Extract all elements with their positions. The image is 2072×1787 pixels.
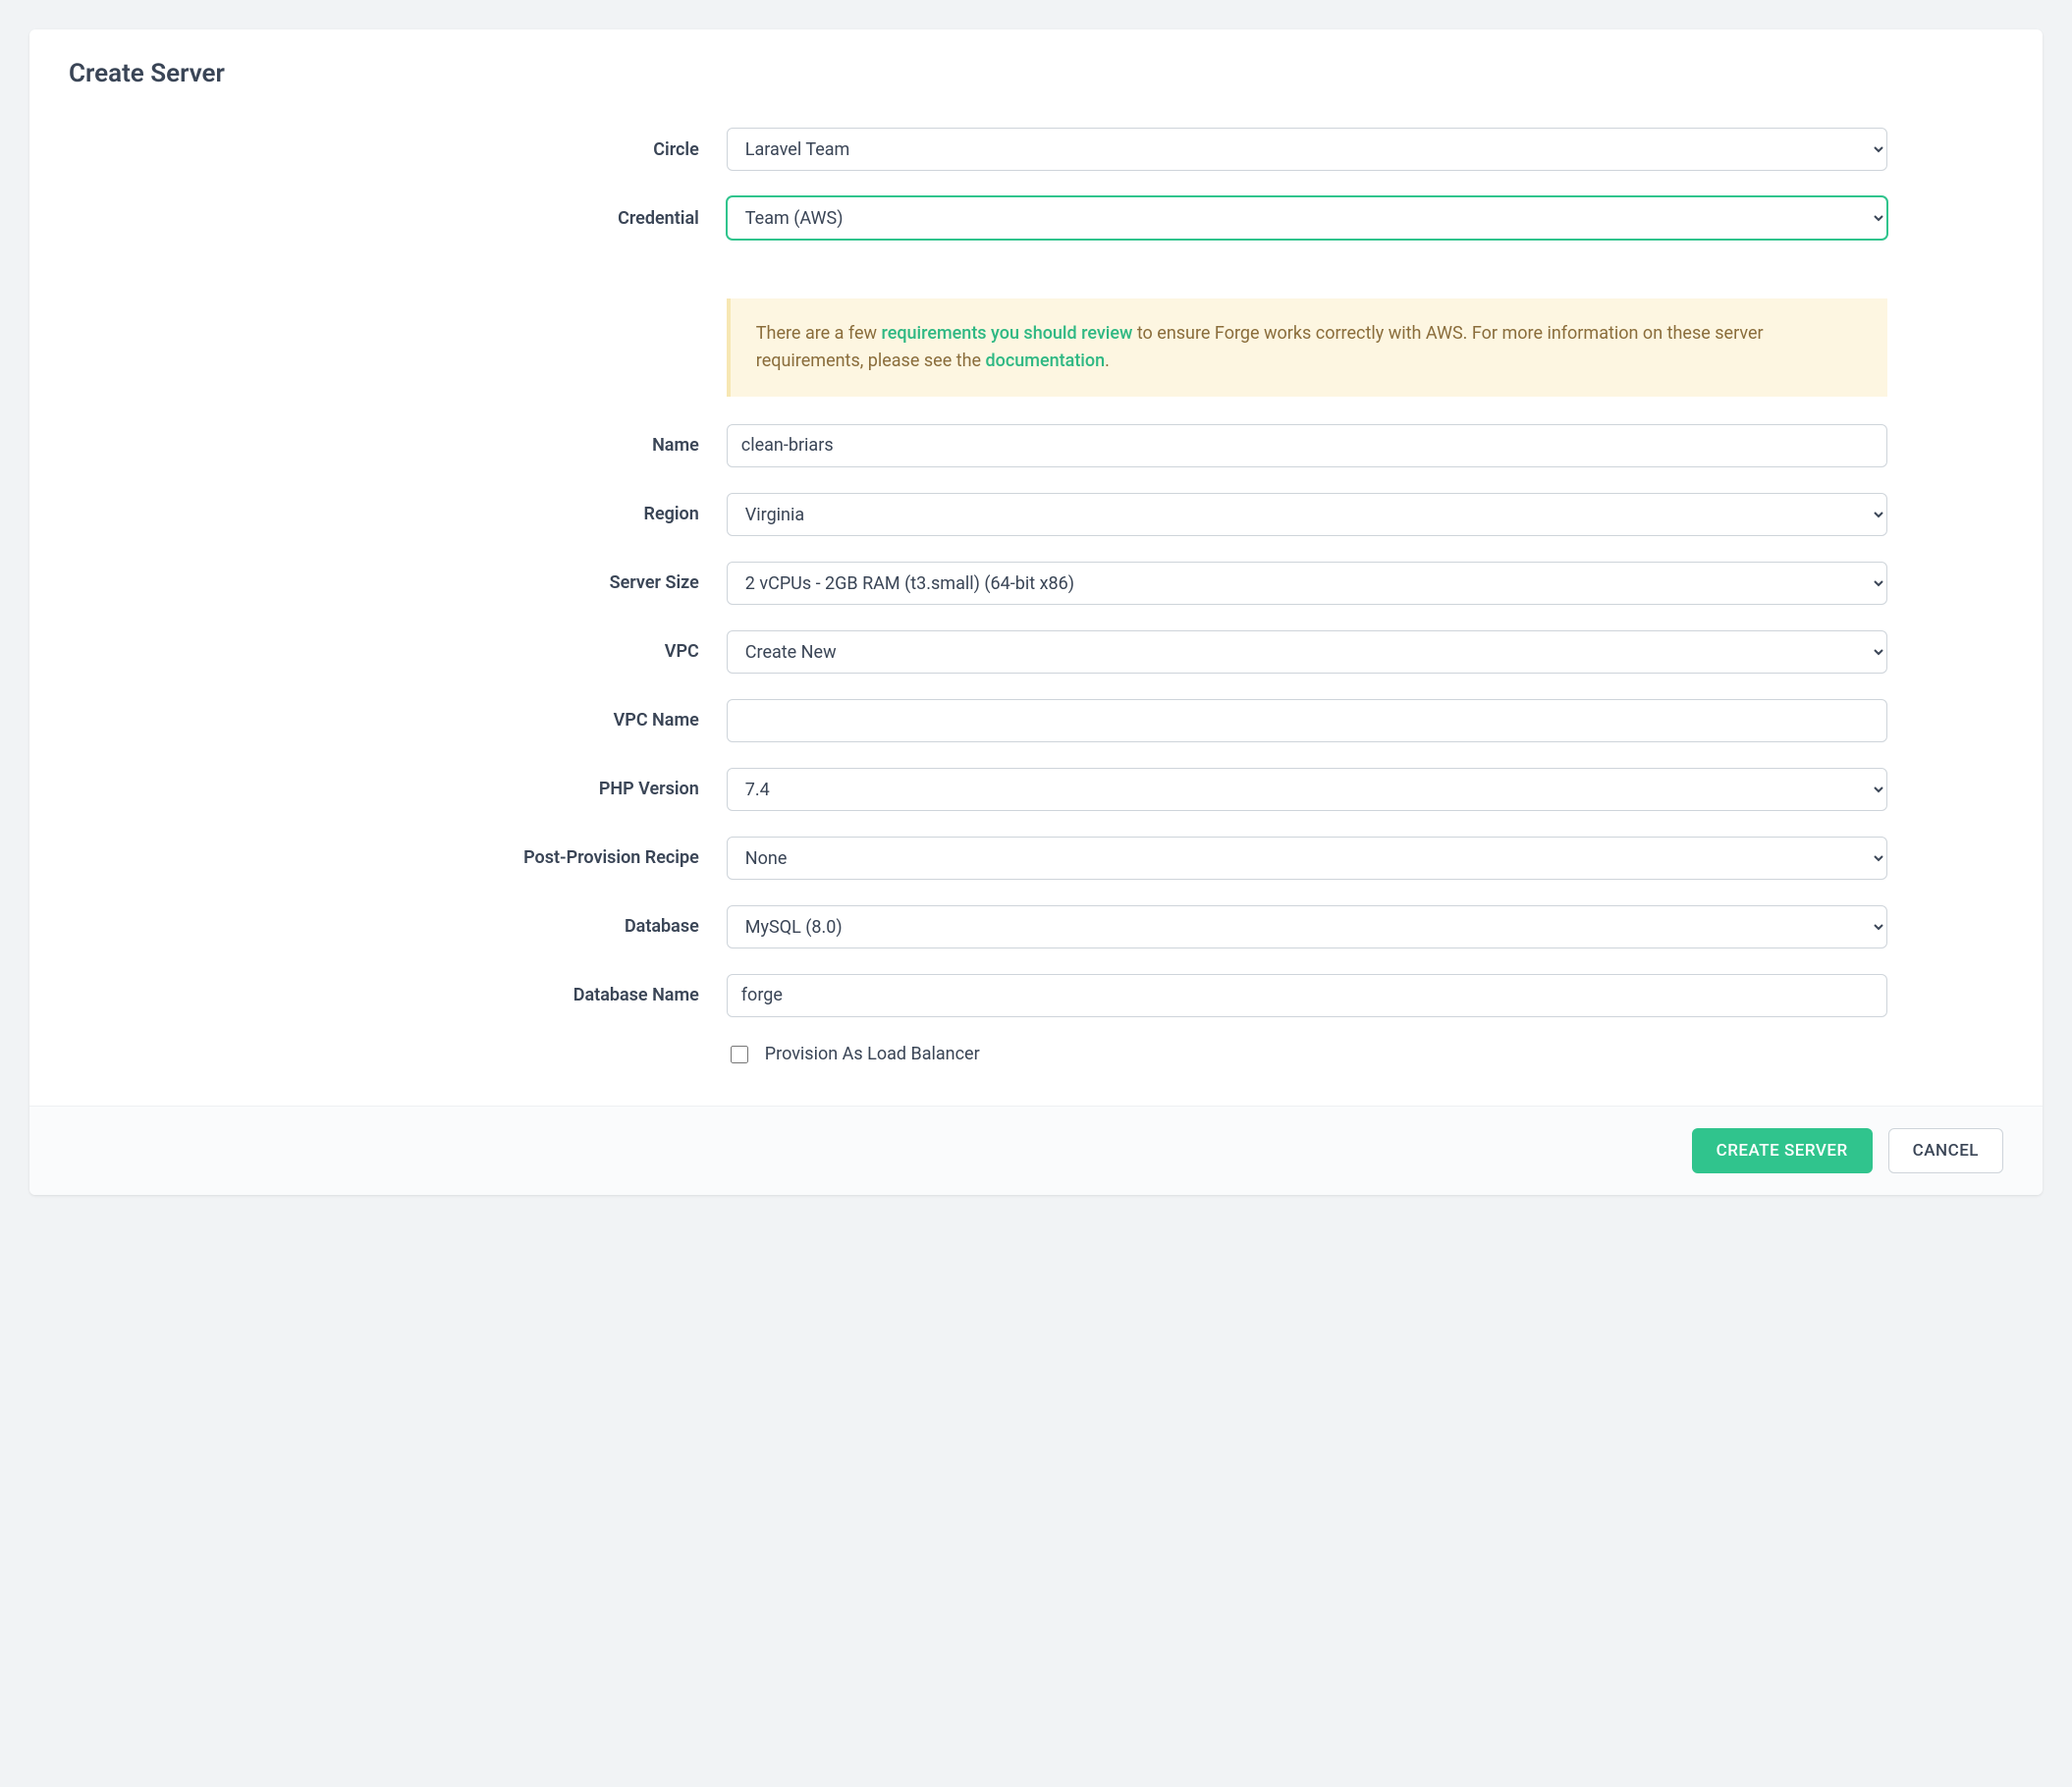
region-label: Region — [69, 504, 727, 524]
region-select[interactable]: Virginia — [727, 493, 1887, 536]
circle-select[interactable]: Laravel Team — [727, 128, 1887, 171]
alert-text-before: There are a few — [756, 323, 882, 344]
database-select[interactable]: MySQL (8.0) — [727, 905, 1887, 948]
card-title: Create Server — [29, 29, 2043, 108]
create-server-card: Create Server Circle Laravel Team Creden… — [29, 29, 2043, 1195]
documentation-link[interactable]: documentation — [986, 351, 1106, 371]
name-label: Name — [69, 435, 727, 456]
requirements-link[interactable]: requirements you should review — [882, 323, 1133, 344]
database-name-label: Database Name — [69, 985, 727, 1005]
card-footer: CREATE SERVER CANCEL — [29, 1106, 2043, 1195]
vpc-name-label: VPC Name — [69, 710, 727, 731]
vpc-label: VPC — [69, 641, 727, 662]
create-server-button[interactable]: CREATE SERVER — [1692, 1128, 1873, 1173]
recipe-select[interactable]: None — [727, 837, 1887, 880]
cancel-button[interactable]: CANCEL — [1888, 1128, 2003, 1173]
vpc-select[interactable]: Create New — [727, 630, 1887, 674]
vpc-name-input[interactable] — [727, 699, 1887, 742]
server-size-select[interactable]: 2 vCPUs - 2GB RAM (t3.small) (64-bit x86… — [727, 562, 1887, 605]
alert-text-after: . — [1105, 351, 1110, 371]
name-input[interactable] — [727, 424, 1887, 467]
database-name-input[interactable] — [727, 974, 1887, 1017]
form-body: Circle Laravel Team Credential Team (AWS… — [29, 108, 2043, 1106]
credential-label: Credential — [69, 208, 727, 229]
load-balancer-checkbox[interactable] — [731, 1046, 748, 1063]
circle-label: Circle — [69, 139, 727, 160]
recipe-label: Post-Provision Recipe — [69, 847, 727, 868]
server-size-label: Server Size — [69, 572, 727, 593]
php-version-label: PHP Version — [69, 779, 727, 799]
requirements-alert: There are a few requirements you should … — [727, 298, 1887, 397]
php-version-select[interactable]: 7.4 — [727, 768, 1887, 811]
database-label: Database — [69, 916, 727, 937]
load-balancer-label[interactable]: Provision As Load Balancer — [765, 1044, 980, 1064]
credential-select[interactable]: Team (AWS) — [727, 196, 1887, 240]
